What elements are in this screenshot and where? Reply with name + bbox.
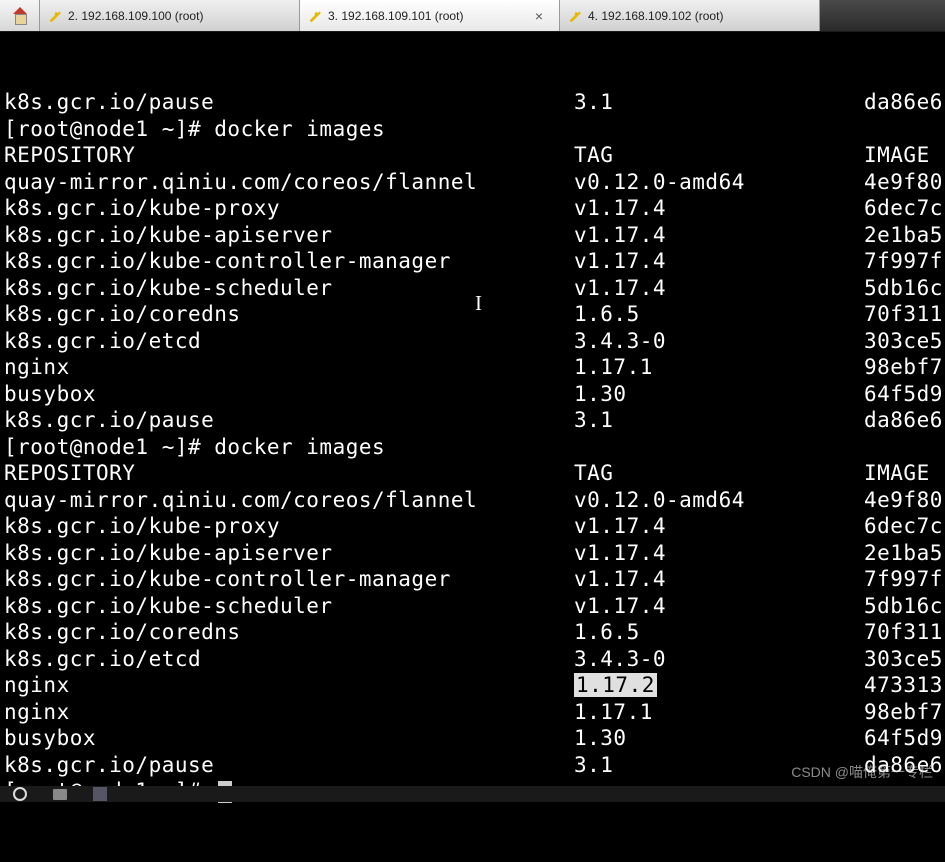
table-row: k8s.gcr.io/kube-schedulerv1.17.45db16c <box>4 593 941 620</box>
table-row: quay-mirror.qiniu.com/coreos/flannelv0.1… <box>4 169 941 196</box>
table-row: k8s.gcr.io/kube-proxyv1.17.46dec7c <box>4 513 941 540</box>
table-row: quay-mirror.qiniu.com/coreos/flannelv0.1… <box>4 487 941 514</box>
table-row: k8s.gcr.io/etcd3.4.3-0303ce5 <box>4 646 941 673</box>
table-row: busybox1.3064f5d9 <box>4 725 941 752</box>
folder-icon[interactable] <box>52 786 68 802</box>
table-row: nginx1.17.198ebf7 <box>4 354 941 381</box>
table-row: k8s.gcr.io/etcd3.4.3-0303ce5 <box>4 328 941 355</box>
close-icon[interactable]: × <box>531 8 547 24</box>
table-header: REPOSITORYTAGIMAGE <box>4 460 941 487</box>
table-row: k8s.gcr.io/pause3.1da86e6 <box>4 407 941 434</box>
table-header: REPOSITORYTAGIMAGE <box>4 142 941 169</box>
tab-label: 3. 192.168.109.101 (root) <box>328 9 463 23</box>
text-cursor-icon: I <box>475 290 483 317</box>
terminal-tab-3[interactable]: 4. 192.168.109.102 (root) <box>560 0 820 31</box>
table-row: k8s.gcr.io/coredns1.6.570f311 <box>4 301 941 328</box>
table-row: k8s.gcr.io/kube-controller-managerv1.17.… <box>4 248 941 275</box>
table-row: k8s.gcr.io/kube-proxyv1.17.46dec7c <box>4 195 941 222</box>
table-row: k8s.gcr.io/kube-apiserverv1.17.42e1ba5 <box>4 222 941 249</box>
table-row: k8s.gcr.io/kube-schedulerv1.17.45db16c <box>4 275 941 302</box>
key-icon <box>48 9 62 23</box>
shell-prompt: [root@node1 ~]# docker images <box>4 116 941 143</box>
table-row: busybox1.3064f5d9 <box>4 381 941 408</box>
terminal-output[interactable]: k8s.gcr.io/pause3.1da86e6[root@node1 ~]#… <box>0 32 945 862</box>
taskbar <box>0 786 945 802</box>
watermark-text: CSDN @喵俺第一专栏 <box>791 762 933 782</box>
shell-prompt: [root@node1 ~]# docker images <box>4 434 941 461</box>
search-icon[interactable] <box>12 786 28 802</box>
table-row: k8s.gcr.io/pause3.1da86e6 <box>4 89 941 116</box>
table-row: k8s.gcr.io/kube-apiserverv1.17.42e1ba5 <box>4 540 941 567</box>
home-icon <box>11 7 29 25</box>
tab-label: 2. 192.168.109.100 (root) <box>68 9 203 23</box>
tab-label: 4. 192.168.109.102 (root) <box>588 9 723 23</box>
home-button[interactable] <box>0 0 40 31</box>
selected-text: 1.17.2 <box>574 673 657 697</box>
key-icon <box>308 9 322 23</box>
table-row: k8s.gcr.io/kube-controller-managerv1.17.… <box>4 566 941 593</box>
terminal-tab-1[interactable]: 2. 192.168.109.100 (root) <box>40 0 300 31</box>
table-row: k8s.gcr.io/coredns1.6.570f311 <box>4 619 941 646</box>
tab-bar: 2. 192.168.109.100 (root) 3. 192.168.109.… <box>0 0 945 32</box>
key-icon <box>568 9 582 23</box>
table-row: nginx1.17.2473313 <box>4 672 941 699</box>
app-icon[interactable] <box>92 786 108 802</box>
terminal-tab-2[interactable]: 3. 192.168.109.101 (root) × <box>300 0 560 31</box>
table-row: nginx1.17.198ebf7 <box>4 699 941 726</box>
